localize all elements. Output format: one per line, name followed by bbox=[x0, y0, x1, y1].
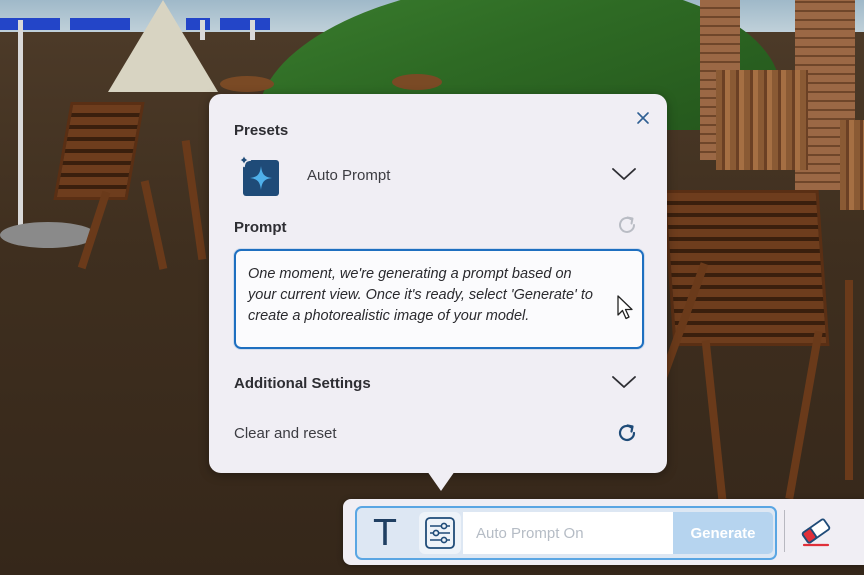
pole bbox=[250, 20, 255, 40]
presets-title: Presets bbox=[234, 122, 289, 139]
clear-reset-label[interactable]: Clear and reset bbox=[234, 425, 337, 442]
sliders-icon bbox=[425, 517, 455, 549]
text-prompt-button[interactable]: T bbox=[357, 508, 413, 558]
close-icon[interactable] bbox=[635, 110, 651, 126]
preset-label: Auto Prompt bbox=[307, 167, 391, 184]
eraser-icon[interactable] bbox=[798, 513, 834, 549]
prompt-text: One moment, we're generating a prompt ba… bbox=[248, 266, 593, 324]
umbrella-pole bbox=[18, 20, 23, 230]
chevron-down-icon[interactable] bbox=[611, 166, 637, 182]
prompt-tool-group: T Generate bbox=[355, 506, 777, 560]
gazebo-wall bbox=[840, 120, 864, 210]
refresh-icon[interactable] bbox=[615, 421, 639, 445]
prompt-input[interactable] bbox=[463, 512, 673, 554]
table bbox=[392, 74, 442, 90]
pole bbox=[200, 20, 205, 40]
umbrella-base bbox=[0, 222, 96, 248]
additional-settings-label[interactable]: Additional Settings bbox=[234, 375, 371, 392]
chevron-down-icon[interactable] bbox=[611, 374, 637, 390]
blue-fence bbox=[0, 18, 60, 30]
auto-prompt-panel: Presets Auto Prompt Prompt One moment, w… bbox=[209, 94, 667, 473]
preset-dropdown[interactable]: Auto Prompt bbox=[233, 152, 643, 198]
generate-button[interactable]: Generate bbox=[673, 512, 773, 554]
table bbox=[220, 76, 274, 92]
prompt-title: Prompt bbox=[234, 219, 287, 236]
gazebo-wall bbox=[716, 70, 808, 170]
mouse-pointer-icon bbox=[617, 295, 633, 320]
render-toolbar: T Generate bbox=[343, 499, 864, 565]
sparkle-icon bbox=[236, 153, 279, 196]
settings-button[interactable] bbox=[419, 512, 461, 554]
panel-pointer bbox=[427, 471, 455, 491]
toolbar-divider bbox=[784, 510, 785, 552]
tent bbox=[108, 0, 218, 92]
refresh-icon[interactable] bbox=[615, 213, 639, 237]
prompt-textarea[interactable]: One moment, we're generating a prompt ba… bbox=[234, 249, 644, 349]
chair-leg bbox=[845, 280, 853, 480]
chair bbox=[662, 190, 830, 346]
blue-fence bbox=[220, 18, 270, 30]
